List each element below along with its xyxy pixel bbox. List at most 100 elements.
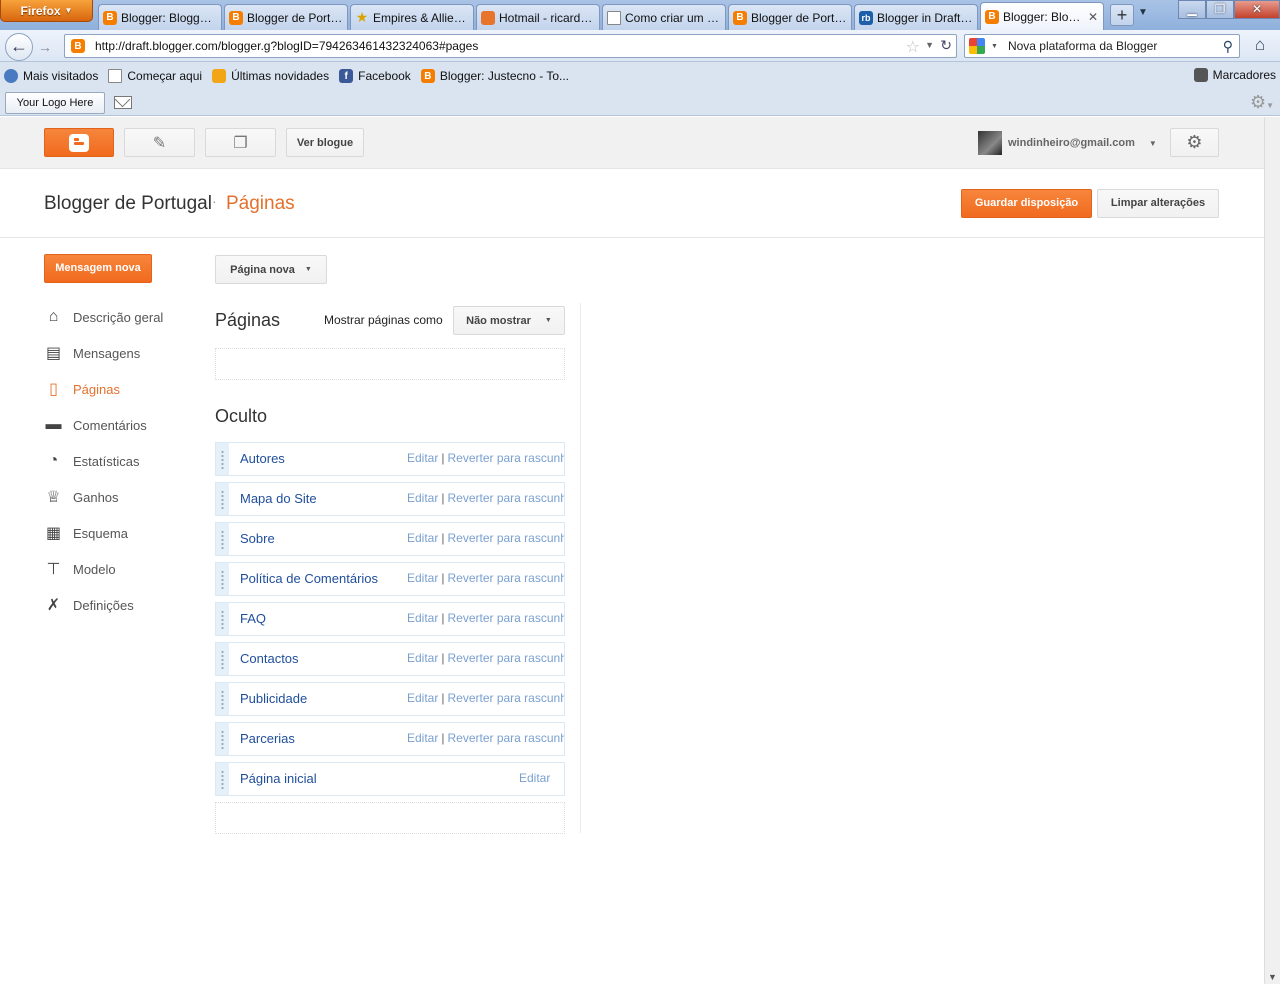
google-icon[interactable] (969, 38, 985, 54)
edit-link[interactable]: Editar (407, 611, 438, 625)
search-input[interactable]: Nova plataforma da Blogger (1008, 39, 1157, 53)
firefox-menu-button[interactable]: Firefox ▼ (0, 0, 93, 22)
revert-to-draft-link[interactable]: Reverter para rascunh (447, 611, 564, 625)
new-post-button[interactable]: Mensagem nova (44, 254, 152, 283)
edit-link[interactable]: Editar (519, 771, 550, 785)
visible-pages-dropzone[interactable] (215, 348, 565, 380)
sidebar-item-layout[interactable]: ▦ Esquema (44, 515, 204, 551)
restore-icon[interactable]: ❐ (1206, 0, 1234, 19)
bookmark-item[interactable]: Últimas novidades (212, 69, 329, 83)
posts-list-button[interactable]: ❐ (205, 128, 276, 157)
revert-to-draft-link[interactable]: Reverter para rascunh (447, 691, 564, 705)
sidebar-item-trophy[interactable]: ♕ Ganhos (44, 479, 204, 515)
close-tab-icon[interactable]: ✕ (1087, 11, 1099, 23)
sidebar-item-paint-roller[interactable]: ⊤ Modelo (44, 551, 204, 587)
page-title-link[interactable]: Mapa do Site (240, 491, 317, 506)
new-tab-button[interactable]: + (1110, 4, 1134, 26)
search-icon[interactable]: ⚲ (1223, 38, 1233, 55)
browser-tab[interactable]: Blogger: Blogger... (98, 4, 222, 30)
new-page-button[interactable]: Página nova ▼ (215, 255, 327, 284)
home-icon[interactable]: ⌂ (1246, 35, 1274, 59)
page-row[interactable]: Parcerias Editar | Reverter para rascunh (215, 722, 565, 756)
account-menu[interactable]: windinheiro@gmail.com ▼ (978, 131, 1157, 155)
search-engine-chevron-icon[interactable]: ▼ (991, 43, 998, 50)
revert-to-draft-link[interactable]: Reverter para rascunh (447, 451, 564, 465)
browser-tab[interactable]: Blogger de Portu... (728, 4, 852, 30)
edit-link[interactable]: Editar (407, 571, 438, 585)
bookmark-star-icon[interactable]: ☆ (906, 37, 920, 57)
drag-handle[interactable] (216, 603, 229, 635)
search-bar[interactable]: ▼ Nova plataforma da Blogger ⚲ (964, 34, 1240, 58)
browser-tab[interactable]: Como criar um B... (602, 4, 726, 30)
bookmarks-menu[interactable]: Marcadores (1193, 68, 1276, 82)
minimize-icon[interactable]: ▁ (1178, 0, 1206, 19)
reload-icon[interactable]: ↻ (940, 37, 952, 54)
edit-link[interactable]: Editar (407, 691, 438, 705)
revert-to-draft-link[interactable]: Reverter para rascunh (447, 491, 564, 505)
browser-tab[interactable]: rb Blogger in Draft ... (854, 4, 978, 30)
blog-title[interactable]: Blogger de Portugal (44, 193, 212, 215)
page-title-link[interactable]: FAQ (240, 611, 266, 626)
revert-to-draft-link[interactable]: Reverter para rascunh (447, 731, 564, 745)
browser-tab[interactable]: Hotmail - ricardo... (476, 4, 600, 30)
page-row[interactable]: Publicidade Editar | Reverter para rascunh (215, 682, 565, 716)
page-title-link[interactable]: Contactos (240, 651, 299, 666)
drag-handle[interactable] (216, 483, 229, 515)
bookmark-item[interactable]: Facebook (339, 69, 411, 83)
revert-to-draft-link[interactable]: Reverter para rascunh (447, 651, 564, 665)
revert-to-draft-link[interactable]: Reverter para rascunh (447, 531, 564, 545)
drag-handle[interactable] (216, 443, 229, 475)
page-row[interactable]: Sobre Editar | Reverter para rascunh (215, 522, 565, 556)
blogger-home-button[interactable] (44, 128, 114, 157)
scrollbar[interactable]: ▼ (1264, 117, 1280, 984)
bookmark-item[interactable]: Começar aqui (108, 69, 202, 83)
browser-tab[interactable]: Blogger de Portu... (224, 4, 348, 30)
settings-button[interactable]: ⚙ (1170, 128, 1219, 157)
sidebar-item-pages[interactable]: ▯ Páginas (44, 371, 204, 407)
page-title-link[interactable]: Autores (240, 451, 285, 466)
bookmark-item[interactable]: Blogger: Justecno - To... (420, 69, 569, 83)
gear-icon[interactable]: ⚙▼ (1250, 92, 1274, 113)
drag-handle[interactable] (216, 723, 229, 755)
drag-handle[interactable] (216, 523, 229, 555)
revert-to-draft-link[interactable]: Reverter para rascunh (447, 571, 564, 585)
edit-link[interactable]: Editar (407, 491, 438, 505)
gmail-icon[interactable] (114, 96, 132, 109)
save-layout-button[interactable]: Guardar disposição (961, 189, 1092, 218)
sidebar-item-pie[interactable]: ◔ Estatísticas (44, 443, 204, 479)
close-window-icon[interactable]: ✕ (1234, 0, 1280, 19)
edit-link[interactable]: Editar (407, 451, 438, 465)
page-title-link[interactable]: Sobre (240, 531, 275, 546)
your-logo-button[interactable]: Your Logo Here (5, 92, 105, 114)
drag-handle[interactable] (216, 643, 229, 675)
page-title-link[interactable]: Página inicial (240, 771, 317, 786)
page-row[interactable]: FAQ Editar | Reverter para rascunh (215, 602, 565, 636)
drag-handle[interactable] (216, 683, 229, 715)
page-row[interactable]: Política de Comentários Editar | Reverter p… (215, 562, 565, 596)
page-row[interactable]: Página inicial Editar (215, 762, 565, 796)
show-pages-as-select[interactable]: Não mostrar ▼ (453, 306, 565, 335)
sidebar-item-wrench[interactable]: ✗ Definições (44, 587, 204, 623)
drag-handle[interactable] (216, 563, 229, 595)
page-row[interactable]: Mapa do Site Editar | Reverter para rascunh (215, 482, 565, 516)
tab-list-chevron-icon[interactable]: ▼ (1138, 7, 1148, 18)
url-history-chevron-icon[interactable]: ▼ (925, 40, 934, 50)
page-row[interactable]: Contactos Editar | Reverter para rascunh (215, 642, 565, 676)
url-bar[interactable]: http://draft.blogger.com/blogger.g?blogI… (64, 34, 957, 58)
clear-changes-button[interactable]: Limpar alterações (1097, 189, 1219, 218)
browser-tab[interactable]: ★ Empires & Allies ... (350, 4, 474, 30)
scroll-down-icon[interactable]: ▼ (1268, 972, 1277, 982)
edit-link[interactable]: Editar (407, 531, 438, 545)
browser-tab[interactable]: Blogger: Blog... ✕ (980, 2, 1104, 30)
edit-link[interactable]: Editar (407, 731, 438, 745)
new-post-pencil-button[interactable]: ✎ (124, 128, 195, 157)
sidebar-item-home[interactable]: ⌂ Descrição geral (44, 299, 204, 335)
drag-handle[interactable] (216, 763, 229, 795)
forward-button[interactable]: → (35, 38, 55, 56)
sidebar-item-posts[interactable]: ▤ Mensagens (44, 335, 204, 371)
page-row[interactable]: Autores Editar | Reverter para rascunh (215, 442, 565, 476)
bookmark-item[interactable]: Mais visitados (4, 69, 98, 83)
page-title-link[interactable]: Publicidade (240, 691, 307, 706)
page-title-link[interactable]: Política de Comentários (240, 571, 378, 586)
sidebar-item-comment[interactable]: ▬ Comentários (44, 407, 204, 443)
